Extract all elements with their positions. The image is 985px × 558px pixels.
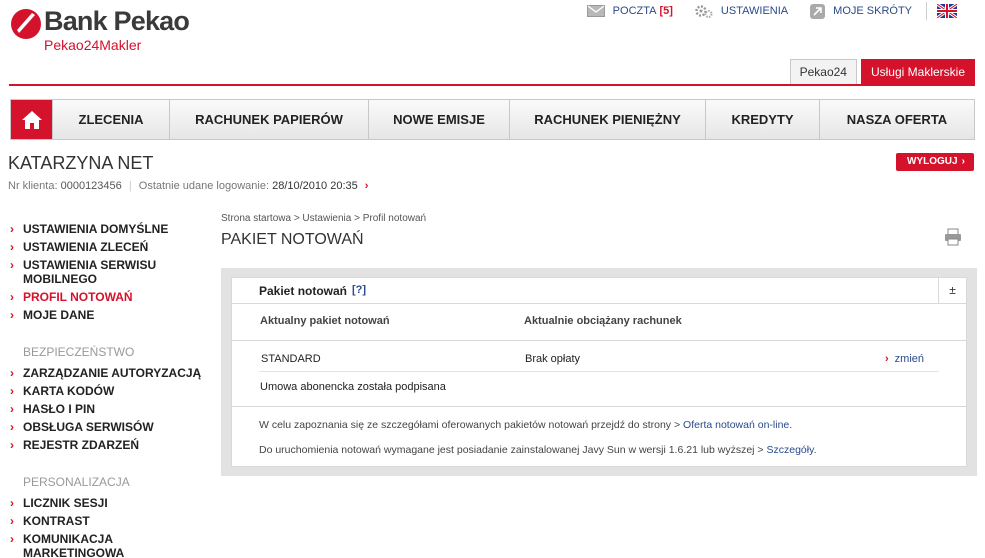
column-header-account: Aktualnie obciążany rachunek xyxy=(524,315,682,327)
offer-online-link[interactable]: Oferta notowań on-line xyxy=(683,419,789,431)
sidebar-item-default-settings[interactable]: › USTAWIENIA DOMYŚLNE xyxy=(10,222,210,236)
chevron-right-icon: › xyxy=(10,240,14,254)
chevron-right-icon: › xyxy=(10,258,14,272)
header-divider xyxy=(9,84,975,86)
top-links: POCZTA [5] USTAWIENIA MOJE SKRÓTY xyxy=(565,2,957,20)
account-value: Brak opłaty xyxy=(525,353,581,365)
sidebar-item-password-pin[interactable]: › HASŁO I PIN xyxy=(10,402,210,416)
top-links-divider xyxy=(926,2,927,20)
nav-our-offer[interactable]: NASZA OFERTA xyxy=(819,100,974,139)
chevron-right-icon: › xyxy=(885,353,889,365)
sidebar-item-event-log[interactable]: › REJESTR ZDARZEŃ xyxy=(10,438,210,452)
mail-label: POCZTA xyxy=(612,5,657,17)
last-login-value: 28/10/2010 20:35 xyxy=(272,180,358,192)
quote-package-box xyxy=(231,277,967,467)
panel-title: Pakiet notowań xyxy=(259,284,348,298)
site-tabs: Pekao24 Usługi Maklerskie xyxy=(786,59,975,85)
chevron-right-icon: › xyxy=(10,532,14,546)
mail-link[interactable]: POCZTA [5] xyxy=(586,5,673,17)
column-header-package: Aktualny pakiet notowań xyxy=(260,315,390,327)
sidebar-item-mobile-settings[interactable]: › USTAWIENIA SERWISU MOBILNEGO xyxy=(10,258,210,286)
gears-icon xyxy=(695,5,713,18)
chevron-right-icon: › xyxy=(10,438,14,452)
sidebar-item-code-card[interactable]: › KARTA KODÓW xyxy=(10,384,210,398)
chevron-right-icon: › xyxy=(10,308,14,322)
sidebar-item-quote-profile[interactable]: › PROFIL NOTOWAŃ xyxy=(10,290,210,304)
chevron-right-icon: › xyxy=(10,514,14,528)
chevron-right-icon[interactable]: › xyxy=(365,180,369,192)
collapse-button[interactable]: ± xyxy=(938,278,966,303)
sidebar-item-session-counter[interactable]: › LICZNIK SESJI xyxy=(10,496,210,510)
printer-icon[interactable] xyxy=(944,228,962,246)
chevron-right-icon: › xyxy=(10,222,14,236)
envelope-icon xyxy=(586,5,605,17)
last-login-label: Ostatnie udane logowanie: xyxy=(138,180,270,192)
nav-cash-account[interactable]: RACHUNEK PIENIĘŻNY xyxy=(509,100,705,139)
brand-subtitle: Pekao24Makler xyxy=(44,37,142,53)
info-separator: | xyxy=(128,180,132,192)
sidebar-heading-security: BEZPIECZEŃSTWO xyxy=(23,345,135,359)
tab-brokerage-services[interactable]: Usługi Maklerskie xyxy=(860,59,975,85)
tab-pekao24[interactable]: Pekao24 xyxy=(789,59,857,85)
logout-button[interactable]: WYLOGUJ › xyxy=(896,153,974,171)
shortcut-arrow-icon xyxy=(810,3,826,19)
chevron-right-icon: › xyxy=(10,420,14,434)
details-link[interactable]: Szczegóły xyxy=(767,444,814,456)
breadcrumb[interactable]: Strona startowa > Ustawienia > Profil no… xyxy=(221,213,426,224)
change-package-link[interactable]: › zmień xyxy=(885,353,924,365)
change-label: zmień xyxy=(894,353,925,365)
panel-header-divider xyxy=(232,303,966,304)
chevron-right-icon: › xyxy=(961,156,965,167)
chevron-right-icon: › xyxy=(10,290,14,304)
uk-flag-icon[interactable] xyxy=(937,4,957,18)
bank-logo[interactable]: Bank Pekao Pekao24Makler xyxy=(10,6,210,56)
info-java-note: Do uruchomienia notowań wymagane jest po… xyxy=(259,444,817,456)
help-link[interactable]: [?] xyxy=(352,284,366,296)
contract-note: Umowa abonencka została podpisana xyxy=(260,381,446,393)
table-header-divider xyxy=(232,340,966,341)
package-value: STANDARD xyxy=(261,353,321,365)
shortcuts-link[interactable]: MOJE SKRÓTY xyxy=(810,3,912,19)
brand-name: Bank Pekao xyxy=(44,6,190,36)
nav-securities-account[interactable]: RACHUNEK PAPIERÓW xyxy=(169,100,368,139)
bank-logo-icon xyxy=(11,9,41,39)
nav-orders[interactable]: ZLECENIA xyxy=(52,100,169,139)
chevron-right-icon: › xyxy=(10,366,14,380)
sidebar-item-contrast[interactable]: › KONTRAST xyxy=(10,514,210,528)
sidebar-heading-personalization: PERSONALIZACJA xyxy=(23,475,130,489)
chevron-right-icon: › xyxy=(10,384,14,398)
settings-link[interactable]: USTAWIENIA xyxy=(695,3,788,19)
page-title: PAKIET NOTOWAŃ xyxy=(221,231,364,248)
mail-count: [5] xyxy=(659,5,673,17)
home-button[interactable] xyxy=(11,100,52,139)
logout-label: WYLOGUJ xyxy=(907,156,958,167)
main-nav: ZLECENIA RACHUNEK PAPIERÓW NOWE EMISJE R… xyxy=(10,99,975,140)
sidebar: › USTAWIENIA DOMYŚLNE › USTAWIENIA ZLECEŃ … xyxy=(10,222,210,558)
sidebar-item-authorization[interactable]: › ZARZĄDZANIE AUTORYZACJĄ xyxy=(10,366,210,380)
home-icon xyxy=(21,110,42,129)
chevron-right-icon: › xyxy=(10,496,14,510)
info-offer-note: W celu zapoznania się ze szczegółami ofe… xyxy=(259,419,793,431)
settings-label: USTAWIENIA xyxy=(720,5,789,17)
user-info: Nr klienta: 0000123456 | Ostatnie udane … xyxy=(8,180,368,192)
info-offer-text: W celu zapoznania się ze szczegółami ofe… xyxy=(259,419,681,431)
user-name: KATARZYNA NET xyxy=(8,153,154,173)
nav-new-issues[interactable]: NOWE EMISJE xyxy=(368,100,509,139)
sidebar-item-services[interactable]: › OBSŁUGA SERWISÓW xyxy=(10,420,210,434)
row-divider xyxy=(259,371,939,372)
info-divider xyxy=(232,406,966,407)
info-java-text: Do uruchomienia notowań wymagane jest po… xyxy=(259,444,764,456)
sidebar-item-marketing[interactable]: › KOMUNIKACJA MARKETINGOWA xyxy=(10,532,210,558)
nav-loans[interactable]: KREDYTY xyxy=(705,100,819,139)
sidebar-item-order-settings[interactable]: › USTAWIENIA ZLECEŃ xyxy=(10,240,210,254)
client-number: 0000123456 xyxy=(60,180,122,192)
sidebar-item-my-data[interactable]: › MOJE DANE xyxy=(10,308,210,322)
client-number-label: Nr klienta: xyxy=(8,180,58,192)
shortcuts-label: MOJE SKRÓTY xyxy=(833,5,912,17)
chevron-right-icon: › xyxy=(10,402,14,416)
